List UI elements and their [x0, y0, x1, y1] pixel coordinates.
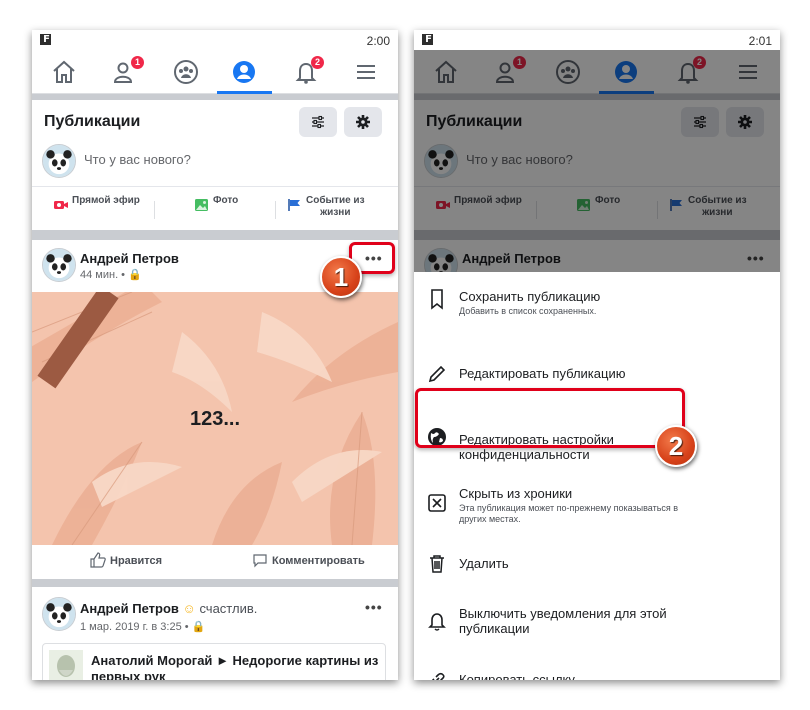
post-author: Андрей Петров ☺ счастлив. — [80, 601, 258, 616]
menu-item-label: Редактировать публикацию — [459, 366, 626, 381]
menu-item-notifications-off[interactable]: Выключить уведомления для этой публикации — [414, 606, 780, 640]
notifications-badge: 2 — [311, 56, 324, 69]
photo-label: Фото — [213, 195, 239, 206]
menu-item-label: Копировать ссылку — [459, 672, 575, 680]
menu-item-delete[interactable]: Удалить — [414, 554, 780, 584]
profile-icon[interactable] — [230, 58, 258, 86]
status-time: 2:00 — [366, 34, 390, 48]
status-bar: F 2:00 — [32, 30, 398, 50]
like-label: Нравится — [110, 555, 163, 567]
home-icon[interactable] — [50, 58, 78, 86]
live-label: Прямой эфир — [72, 195, 140, 206]
link-icon — [426, 669, 448, 680]
more-options-button[interactable]: ••• — [365, 599, 383, 615]
status-bar: F 2:01 — [414, 30, 780, 50]
top-nav: 1 2 — [32, 50, 398, 94]
groups-icon[interactable] — [172, 58, 200, 86]
live-video-icon — [54, 201, 68, 209]
step-badge-1: 1 — [320, 256, 362, 298]
post-composer[interactable]: Что у вас нового? — [32, 140, 398, 186]
divider — [32, 230, 398, 240]
composer-actions: Прямой эфир Фото Событие из жизни — [32, 186, 398, 230]
divider — [32, 579, 398, 587]
facebook-status-icon: F — [422, 34, 433, 45]
pencil-icon — [426, 363, 448, 385]
step-badge-2: 2 — [655, 425, 697, 467]
photo-icon — [195, 199, 208, 211]
page-title: Публикации — [44, 113, 141, 130]
modal-backdrop[interactable] — [414, 50, 780, 272]
settings-button[interactable] — [344, 107, 382, 137]
avatar — [42, 144, 76, 178]
avatar[interactable] — [42, 597, 76, 631]
post-meta: 44 мин. • 🔒 — [80, 269, 142, 281]
menu-item-copy-link[interactable]: Копировать ссылку — [414, 670, 780, 680]
post-author[interactable]: Андрей Петров — [80, 251, 179, 266]
bookmark-icon — [426, 288, 448, 310]
comment-label: Комментировать — [272, 555, 365, 567]
callout-highlight-2 — [415, 388, 685, 448]
post-options-sheet: Сохранить публикацию Добавить в список с… — [414, 272, 780, 680]
close-box-icon — [426, 492, 448, 514]
friends-icon[interactable]: 1 — [112, 56, 144, 86]
separator — [275, 201, 276, 219]
status-time: 2:01 — [748, 34, 772, 48]
post-image[interactable]: 123... — [32, 292, 398, 545]
filter-button[interactable] — [299, 107, 337, 137]
gear-icon — [356, 115, 370, 129]
menu-item-sublabel: Добавить в список сохраненных. — [459, 306, 597, 316]
lock-icon: 🔒 — [191, 621, 206, 633]
menu-item-label: Выключить уведомления для этой публикации — [459, 606, 667, 636]
menu-item-label: Сохранить публикацию — [459, 289, 601, 304]
sliders-icon — [312, 115, 324, 129]
post-meta: 1 мар. 2019 г. в 3:25 • 🔒 — [80, 621, 206, 633]
post-image-text: 123... — [189, 408, 241, 430]
like-button[interactable]: Нравится — [90, 552, 163, 568]
friends-badge: 1 — [131, 56, 144, 69]
menu-item-hide[interactable]: Скрыть из хроники Эта публикация может п… — [414, 486, 780, 526]
menu-item-save[interactable]: Сохранить публикацию Добавить в список с… — [414, 286, 780, 326]
menu-item-label: Удалить — [459, 556, 509, 571]
menu-icon[interactable] — [352, 58, 380, 86]
feeling-text: счастлив. — [199, 601, 258, 616]
facebook-status-icon: F — [40, 34, 51, 45]
comment-icon — [253, 554, 267, 568]
notifications-icon[interactable]: 2 — [292, 56, 324, 86]
separator — [154, 201, 155, 219]
menu-item-label: Скрыть из хроники — [459, 486, 573, 501]
menu-item-sublabel: Эта публикация может по-прежнему показыв… — [459, 503, 679, 524]
portrait-thumbnail — [49, 650, 83, 680]
shared-post[interactable]: Анатолий Морогай ► Недорогие картины из … — [42, 643, 386, 680]
second-post: Андрей Петров ☺ счастлив. 1 мар. 2019 г.… — [32, 587, 398, 680]
shared-post-title: Анатолий Морогай ► Недорогие картины из … — [91, 653, 379, 680]
trash-icon — [426, 553, 448, 575]
thumbs-up-icon — [90, 552, 106, 568]
composer-placeholder: Что у вас нового? — [84, 152, 191, 167]
comment-button[interactable]: Комментировать — [253, 554, 365, 568]
lock-icon: 🔒 — [128, 269, 142, 281]
avatar[interactable] — [42, 248, 76, 282]
smiley-icon: ☺ — [182, 601, 196, 616]
right-phone-screen: F 2:01 1 2 Публикации Что у вас нового? … — [414, 30, 780, 680]
post-reactions: Нравится Комментировать — [32, 545, 398, 579]
flag-icon — [288, 199, 300, 211]
life-event-label: Событие из жизни — [306, 195, 365, 218]
bell-icon — [426, 610, 448, 632]
left-phone-screen: F 2:00 1 2 Публикации Что у вас нового? … — [32, 30, 398, 680]
